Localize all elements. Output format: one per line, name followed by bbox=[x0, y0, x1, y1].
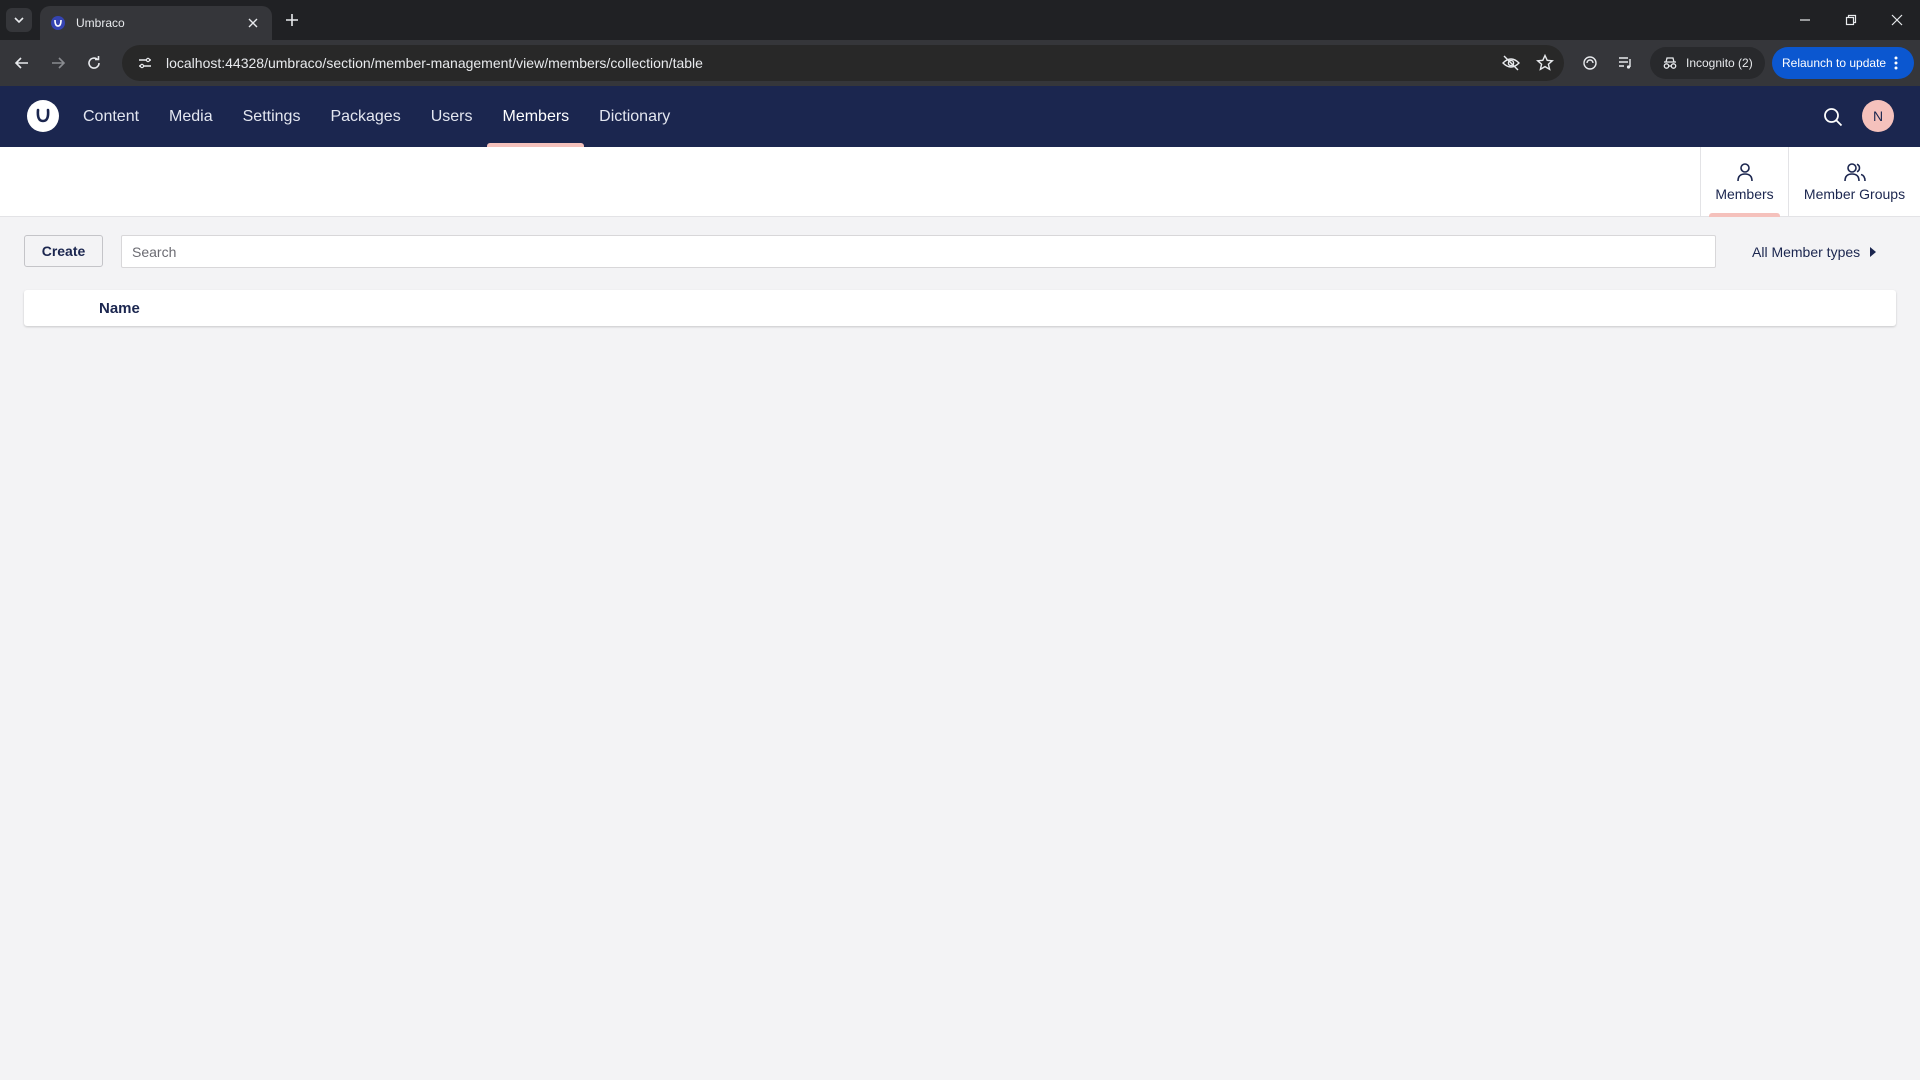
app-header: Content Media Settings Packages Users Me… bbox=[0, 86, 1920, 147]
user-avatar[interactable]: N bbox=[1862, 100, 1894, 132]
section-content[interactable]: Content bbox=[68, 86, 154, 147]
minimize-button[interactable] bbox=[1782, 0, 1828, 40]
column-header-name[interactable]: Name bbox=[99, 290, 140, 326]
users-icon bbox=[1843, 163, 1866, 182]
search-icon bbox=[1824, 108, 1843, 127]
section-dictionary[interactable]: Dictionary bbox=[584, 86, 685, 147]
incognito-indicator[interactable]: Incognito (2) bbox=[1650, 47, 1765, 79]
reload-icon bbox=[88, 56, 100, 69]
relaunch-button[interactable]: Relaunch to update bbox=[1772, 47, 1914, 79]
restore-icon bbox=[1845, 14, 1857, 26]
section-nav: Content Media Settings Packages Users Me… bbox=[68, 86, 685, 147]
user-icon bbox=[1736, 163, 1753, 182]
browser-toolbar: localhost:44328/umbraco/section/member-m… bbox=[0, 40, 1920, 86]
new-tab-button[interactable] bbox=[282, 10, 302, 30]
search-input[interactable] bbox=[121, 235, 1716, 268]
header-search-button[interactable] bbox=[1820, 104, 1846, 130]
caret-right-icon bbox=[1870, 247, 1877, 257]
tab-search-button[interactable] bbox=[6, 8, 32, 32]
chevron-down-icon bbox=[14, 17, 24, 24]
create-button[interactable]: Create bbox=[24, 235, 103, 267]
workspace-header: Members Member Groups bbox=[0, 147, 1920, 217]
plus-icon bbox=[286, 14, 298, 26]
star-icon bbox=[1536, 54, 1554, 71]
bookmark-button[interactable] bbox=[1530, 48, 1560, 78]
site-info-button[interactable] bbox=[132, 50, 158, 76]
section-label: Settings bbox=[242, 107, 301, 125]
avatar-initial: N bbox=[1872, 108, 1884, 124]
view-tab-members[interactable]: Members bbox=[1700, 147, 1788, 217]
arrow-left-icon bbox=[14, 57, 28, 69]
close-window-button[interactable] bbox=[1874, 0, 1920, 40]
incognito-icon bbox=[1663, 57, 1677, 69]
more-vertical-icon bbox=[1894, 56, 1898, 70]
close-icon bbox=[1891, 14, 1903, 26]
incognito-label: Incognito (2) bbox=[1686, 56, 1753, 70]
workspace-views: Members Member Groups bbox=[1700, 147, 1920, 217]
restore-button[interactable] bbox=[1828, 0, 1874, 40]
extension-icon bbox=[1583, 56, 1597, 70]
member-type-filter[interactable]: All Member types bbox=[1752, 240, 1877, 264]
queue-music-icon bbox=[1619, 57, 1631, 69]
tracking-protection-button[interactable] bbox=[1496, 48, 1526, 78]
minimize-icon bbox=[1800, 19, 1810, 21]
section-label: Media bbox=[169, 107, 213, 125]
view-tab-label: Members bbox=[1715, 186, 1774, 202]
tab-title: Umbraco bbox=[76, 16, 125, 30]
reload-button[interactable] bbox=[82, 51, 106, 75]
section-members[interactable]: Members bbox=[487, 86, 584, 147]
eye-off-icon bbox=[1502, 55, 1520, 71]
close-icon bbox=[248, 18, 258, 28]
section-label: Users bbox=[430, 107, 473, 125]
section-label: Dictionary bbox=[599, 107, 671, 125]
window-controls bbox=[1782, 0, 1920, 40]
umbraco-favicon-icon bbox=[51, 16, 65, 30]
back-button[interactable] bbox=[10, 51, 34, 75]
view-tab-member-groups[interactable]: Member Groups bbox=[1788, 147, 1920, 217]
column-header-label: Name bbox=[99, 299, 140, 317]
umbraco-logo-icon[interactable] bbox=[27, 100, 59, 132]
url-text: localhost:44328/umbraco/section/member-m… bbox=[166, 55, 703, 71]
browser-tab[interactable]: Umbraco bbox=[40, 6, 272, 40]
member-type-filter-label: All Member types bbox=[1752, 244, 1861, 260]
tune-icon bbox=[139, 57, 151, 69]
section-media[interactable]: Media bbox=[154, 86, 228, 147]
browser-tab-strip: Umbraco bbox=[0, 0, 1920, 40]
relaunch-label: Relaunch to update bbox=[1782, 56, 1887, 70]
arrow-right-icon bbox=[52, 57, 66, 69]
section-users[interactable]: Users bbox=[416, 86, 488, 147]
section-label: Packages bbox=[330, 107, 401, 125]
umbraco-u-icon bbox=[36, 108, 50, 123]
address-bar[interactable]: localhost:44328/umbraco/section/member-m… bbox=[122, 45, 1564, 81]
forward-button[interactable] bbox=[46, 51, 70, 75]
close-tab-button[interactable] bbox=[244, 14, 262, 32]
section-label: Members bbox=[502, 107, 570, 125]
view-tab-label: Member Groups bbox=[1803, 186, 1906, 202]
media-controls-button[interactable] bbox=[1614, 51, 1638, 75]
section-packages[interactable]: Packages bbox=[315, 86, 415, 147]
members-table: Name bbox=[24, 290, 1896, 326]
section-settings[interactable]: Settings bbox=[228, 86, 316, 147]
extensions-button[interactable] bbox=[1578, 51, 1602, 75]
section-label: Content bbox=[83, 107, 140, 125]
